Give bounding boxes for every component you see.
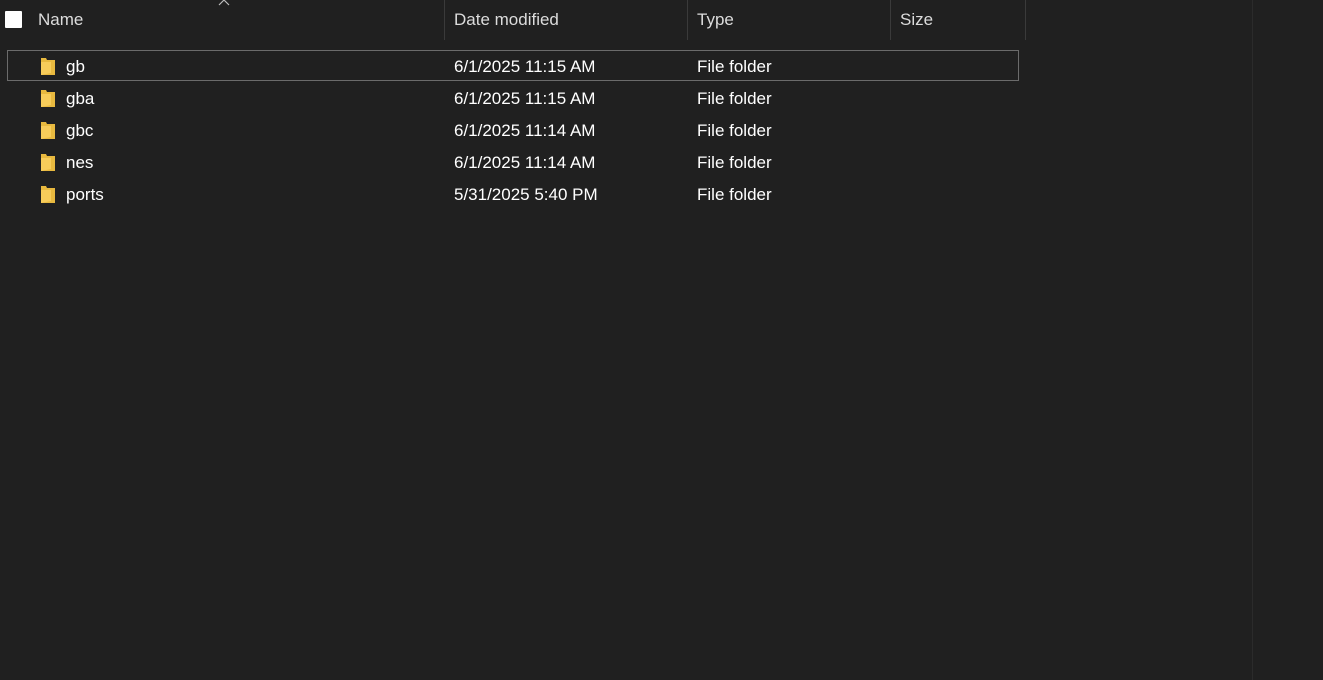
select-all-checkbox[interactable] (5, 11, 22, 28)
file-date-modified: 6/1/2025 11:15 AM (454, 89, 596, 108)
sort-up-caret-icon (218, 0, 230, 6)
folder-icon (41, 58, 55, 75)
file-name: gbc (66, 121, 94, 140)
list-item-folder-gbc[interactable]: gbc 6/1/2025 11:14 AM File folder (7, 114, 1019, 145)
file-type: File folder (697, 153, 772, 172)
column-header-type-label: Type (697, 10, 734, 29)
column-header-size[interactable]: Size (891, 0, 1025, 40)
details-pane (1252, 0, 1323, 680)
file-explorer-details-view: Name Date modified Type Size gb 6/1/2025… (0, 0, 1323, 680)
file-date-modified: 6/1/2025 11:14 AM (454, 121, 596, 140)
column-header-size-label: Size (900, 10, 934, 29)
file-type: File folder (697, 121, 772, 140)
file-date-modified: 6/1/2025 11:14 AM (454, 153, 596, 172)
file-date-modified: 5/31/2025 5:40 PM (454, 185, 598, 204)
file-name: nes (66, 153, 94, 172)
column-header-date-modified[interactable]: Date modified (445, 0, 687, 40)
list-item-folder-gb[interactable]: gb 6/1/2025 11:15 AM File folder (7, 50, 1019, 81)
folder-icon (41, 90, 55, 107)
column-header-bar: Name Date modified Type Size (0, 0, 1026, 40)
folder-icon (41, 186, 55, 203)
column-divider[interactable] (1025, 0, 1026, 40)
file-type: File folder (697, 57, 772, 76)
column-header-name[interactable]: Name (29, 0, 444, 40)
folder-icon (41, 154, 55, 171)
file-date-modified: 6/1/2025 11:15 AM (454, 57, 596, 76)
file-type: File folder (697, 185, 772, 204)
list-item-folder-gba[interactable]: gba 6/1/2025 11:15 AM File folder (7, 82, 1019, 113)
file-type: File folder (697, 89, 772, 108)
file-name: ports (66, 185, 104, 204)
folder-icon (41, 122, 55, 139)
column-header-type[interactable]: Type (688, 0, 890, 40)
list-item-folder-nes[interactable]: nes 6/1/2025 11:14 AM File folder (7, 146, 1019, 177)
file-name: gba (66, 89, 95, 108)
file-name: gb (66, 57, 85, 76)
column-header-date-modified-label: Date modified (454, 10, 559, 29)
list-item-folder-ports[interactable]: ports 5/31/2025 5:40 PM File folder (7, 178, 1019, 209)
column-header-name-label: Name (38, 10, 84, 29)
